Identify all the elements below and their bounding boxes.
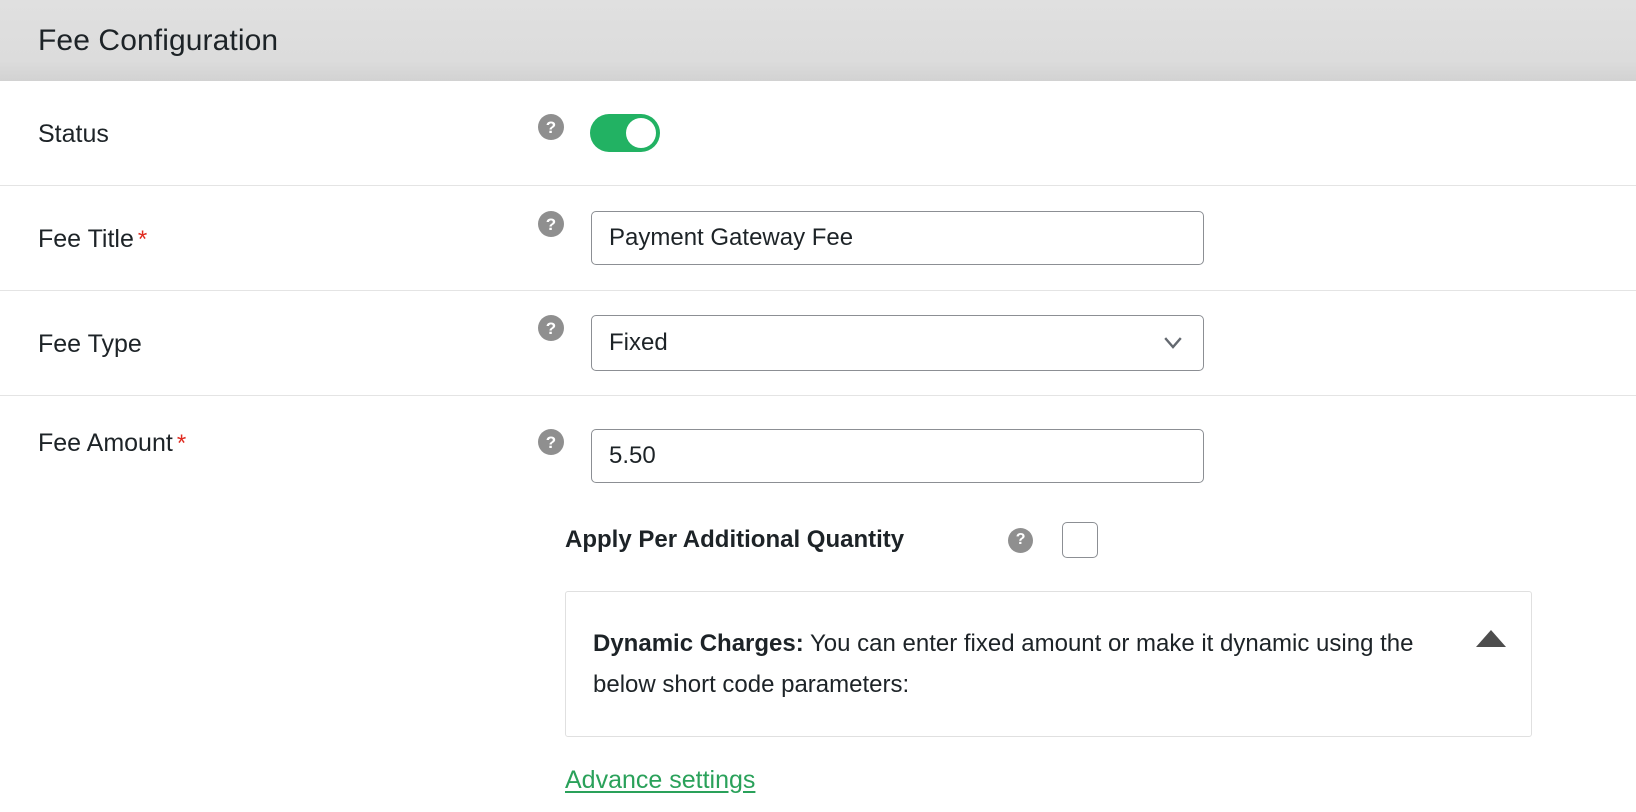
help-icon-fee-title[interactable]: ?	[538, 211, 564, 237]
fee-amount-label-text: Fee Amount	[38, 429, 173, 457]
form-row-status: Status ?	[0, 81, 1636, 186]
form-row-fee-title: Fee Title * ?	[0, 186, 1636, 291]
page-title: Fee Configuration	[38, 23, 279, 57]
status-toggle[interactable]	[590, 114, 660, 152]
dynamic-charges-notice: Dynamic Charges: You can enter fixed amo…	[565, 591, 1532, 737]
status-toggle-knob	[626, 118, 656, 148]
fee-title-label-text: Fee Title	[38, 224, 134, 253]
fee-type-select[interactable]: Fixed	[591, 315, 1204, 371]
help-icon-fee-type[interactable]: ?	[538, 315, 564, 341]
help-icon-apply-per-quantity[interactable]: ?	[1008, 527, 1034, 553]
fee-title-label: Fee Title *	[38, 225, 538, 252]
dynamic-charges-title: Dynamic Charges:	[593, 630, 804, 657]
fee-configuration-panel: Fee Configuration Status ? Fee Title * ? …	[0, 0, 1636, 812]
fee-title-input[interactable]	[591, 211, 1204, 265]
apply-per-additional-quantity-label: Apply Per Additional Quantity	[565, 526, 905, 553]
fee-type-label: Fee Type	[38, 329, 142, 358]
fee-title-control-area: ?	[538, 211, 1204, 265]
fee-type-select-wrap: Fixed	[591, 315, 1204, 371]
apply-per-additional-quantity-row: Apply Per Additional Quantity ?	[565, 522, 1532, 558]
fee-type-control-area: ? Fixed	[538, 315, 1204, 371]
fee-amount-control-area: ? Apply Per Additional Quantity ? Dynami…	[538, 429, 1532, 795]
fee-title-required-marker: *	[137, 225, 148, 253]
dynamic-charges-text: Dynamic Charges: You can enter fixed amo…	[593, 623, 1457, 706]
form-row-fee-type: Fee Type ? Fixed	[0, 291, 1636, 396]
status-label: Status	[38, 119, 109, 148]
fee-amount-required-marker: *	[176, 430, 187, 457]
fee-amount-label: Fee Amount *	[38, 429, 538, 456]
panel-header: Fee Configuration	[0, 0, 1636, 81]
help-icon-fee-amount[interactable]: ?	[538, 429, 564, 455]
status-control-area: ?	[538, 114, 660, 152]
fee-amount-input-group: ?	[538, 429, 1532, 483]
fee-type-selected-value: Fixed	[609, 329, 668, 356]
triangle-up-icon[interactable]	[1476, 630, 1506, 647]
fee-amount-input[interactable]	[591, 429, 1204, 483]
advance-settings-link[interactable]: Advance settings	[565, 766, 755, 795]
help-icon-status[interactable]: ?	[538, 114, 564, 140]
apply-per-additional-quantity-checkbox[interactable]	[1062, 522, 1099, 558]
form-row-fee-amount: Fee Amount* ? Apply Per Additional Quant…	[0, 396, 1636, 795]
